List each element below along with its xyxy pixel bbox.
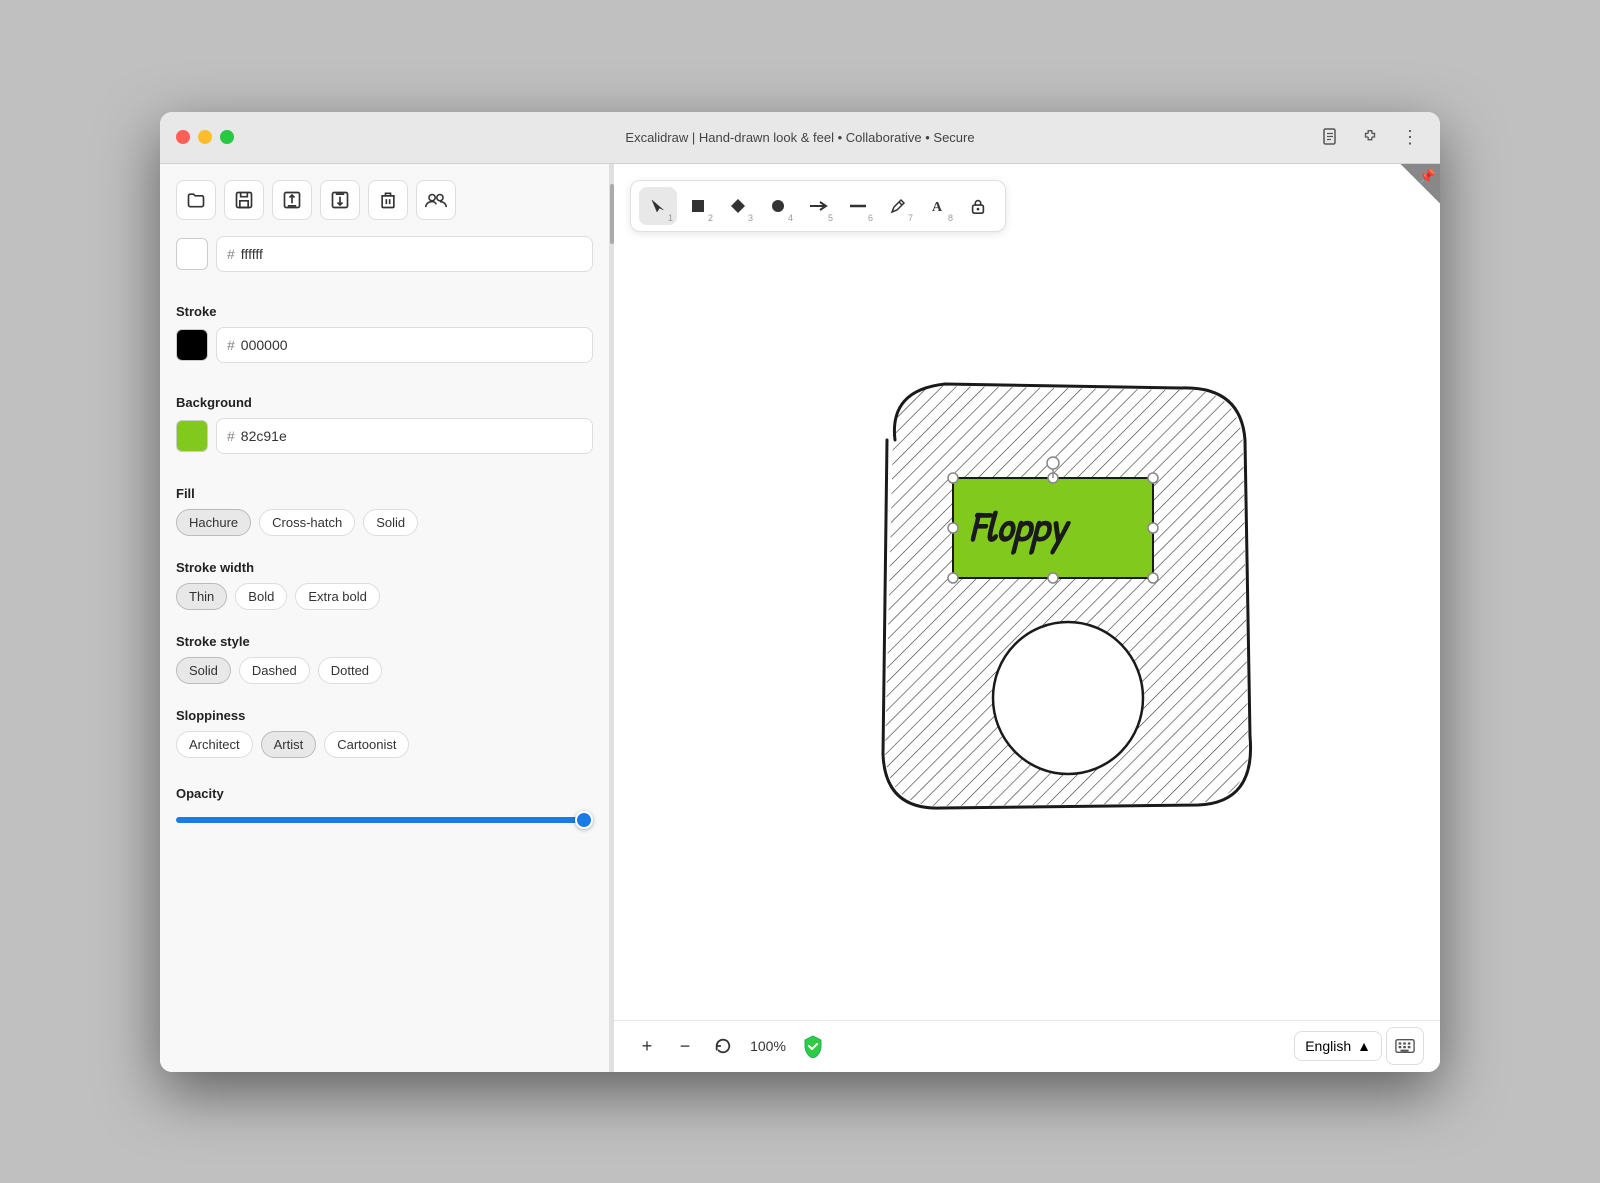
puzzle-icon[interactable] [1356, 123, 1384, 151]
zoom-out-button[interactable]: − [668, 1029, 702, 1063]
svg-text:A: A [932, 200, 943, 214]
rectangle-tool-number: 2 [708, 213, 713, 223]
canvas-area[interactable]: 📌 1 2 [614, 164, 1440, 1072]
language-selector: English ▲ [1294, 1027, 1424, 1065]
close-button[interactable] [176, 130, 190, 144]
sloppiness-cartoonist-btn[interactable]: Cartoonist [324, 731, 409, 758]
window-title: Excalidraw | Hand-drawn look & feel • Co… [625, 130, 974, 145]
stroke-thin-btn[interactable]: Thin [176, 583, 227, 610]
stroke-width-options: Thin Bold Extra bold [176, 583, 593, 610]
zoom-reset-button[interactable] [706, 1029, 740, 1063]
rectangle-tool[interactable]: 2 [679, 187, 717, 225]
background-color-swatch[interactable] [176, 238, 208, 270]
sidebar-toolbar [176, 180, 593, 220]
menu-icon[interactable]: ⋮ [1396, 123, 1424, 151]
maximize-button[interactable] [220, 130, 234, 144]
bg-hash-symbol: # [227, 428, 235, 444]
background-label: Background [176, 395, 593, 410]
titlebar-actions: ⋮ [1316, 123, 1424, 151]
stroke-color-input[interactable] [241, 337, 582, 353]
zoom-in-button[interactable]: + [630, 1029, 664, 1063]
fill-solid-btn[interactable]: Solid [363, 509, 418, 536]
stroke-label: Stroke [176, 304, 593, 319]
sidebar: # Stroke # Background # [160, 164, 610, 1072]
language-chevron-icon: ▲ [1357, 1038, 1371, 1054]
ellipse-tool[interactable]: 4 [759, 187, 797, 225]
text-tool-number: 8 [948, 213, 953, 223]
fill-options: Hachure Cross-hatch Solid [176, 509, 593, 536]
line-tool-number: 6 [868, 213, 873, 223]
lock-tool[interactable] [959, 187, 997, 225]
select-tool-number: 1 [668, 213, 673, 223]
pin-icon: 📌 [1419, 168, 1436, 185]
svg-text:Floppy: Floppy [970, 498, 1072, 555]
titlebar: Excalidraw | Hand-drawn look & feel • Co… [160, 112, 1440, 164]
language-label: English [1305, 1038, 1351, 1054]
bg-color-row: # [176, 418, 593, 454]
corner-badge: 📌 [1400, 164, 1440, 204]
save-button[interactable] [224, 180, 264, 220]
pencil-tool[interactable]: 7 [879, 187, 917, 225]
import-button[interactable] [320, 180, 360, 220]
pencil-tool-number: 7 [908, 213, 913, 223]
opacity-section: Opacity [176, 774, 593, 828]
text-tool[interactable]: A 8 [919, 187, 957, 225]
collab-button[interactable] [416, 180, 456, 220]
minimize-button[interactable] [198, 130, 212, 144]
sloppiness-options: Architect Artist Cartoonist [176, 731, 593, 758]
stroke-style-label: Stroke style [176, 634, 593, 649]
bg-color-input[interactable] [241, 428, 582, 444]
traffic-lights [176, 130, 234, 144]
diamond-tool[interactable]: 3 [719, 187, 757, 225]
bottom-bar: + − 100% English [614, 1020, 1440, 1072]
stroke-color-input-wrap[interactable]: # [216, 327, 593, 363]
main-window: Excalidraw | Hand-drawn look & feel • Co… [160, 112, 1440, 1072]
bg-color-input-wrap[interactable]: # [216, 418, 593, 454]
stroke-hash-symbol: # [227, 337, 235, 353]
opacity-slider[interactable] [176, 817, 593, 823]
stroke-width-label: Stroke width [176, 560, 593, 575]
shield-button[interactable] [796, 1029, 830, 1063]
main-content: # Stroke # Background # [160, 164, 1440, 1072]
stroke-extrabold-btn[interactable]: Extra bold [295, 583, 380, 610]
ellipse-tool-number: 4 [788, 213, 793, 223]
arrow-tool[interactable]: 5 [799, 187, 837, 225]
bg-color-swatch[interactable] [176, 420, 208, 452]
sloppiness-architect-btn[interactable]: Architect [176, 731, 253, 758]
fill-hachure-btn[interactable]: Hachure [176, 509, 251, 536]
arrow-tool-number: 5 [828, 213, 833, 223]
select-tool[interactable]: 1 [639, 187, 677, 225]
stroke-color-swatch[interactable] [176, 329, 208, 361]
zoom-percent[interactable]: 100% [744, 1038, 792, 1054]
fill-crosshatch-btn[interactable]: Cross-hatch [259, 509, 355, 536]
fill-label: Fill [176, 486, 593, 501]
language-dropdown[interactable]: English ▲ [1294, 1031, 1382, 1061]
hash-symbol: # [227, 246, 235, 262]
stroke-solid-btn[interactable]: Solid [176, 657, 231, 684]
diamond-tool-number: 3 [748, 213, 753, 223]
line-tool[interactable]: 6 [839, 187, 877, 225]
document-icon[interactable] [1316, 123, 1344, 151]
export-button[interactable] [272, 180, 312, 220]
keyboard-button[interactable] [1386, 1027, 1424, 1065]
floppy-drawing[interactable]: Floppy [843, 358, 1293, 858]
background-color-input[interactable] [241, 246, 582, 262]
background-color-input-wrap[interactable]: # [216, 236, 593, 272]
open-button[interactable] [176, 180, 216, 220]
sloppiness-label: Sloppiness [176, 708, 593, 723]
opacity-label: Opacity [176, 786, 593, 801]
canvas-toolbar: 1 2 3 4 [630, 180, 1006, 232]
trash-button[interactable] [368, 180, 408, 220]
stroke-dashed-btn[interactable]: Dashed [239, 657, 310, 684]
stroke-color-row: # [176, 327, 593, 363]
stroke-dotted-btn[interactable]: Dotted [318, 657, 382, 684]
background-color-row: # [176, 236, 593, 272]
stroke-style-options: Solid Dashed Dotted [176, 657, 593, 684]
sloppiness-artist-btn[interactable]: Artist [261, 731, 317, 758]
stroke-bold-btn[interactable]: Bold [235, 583, 287, 610]
